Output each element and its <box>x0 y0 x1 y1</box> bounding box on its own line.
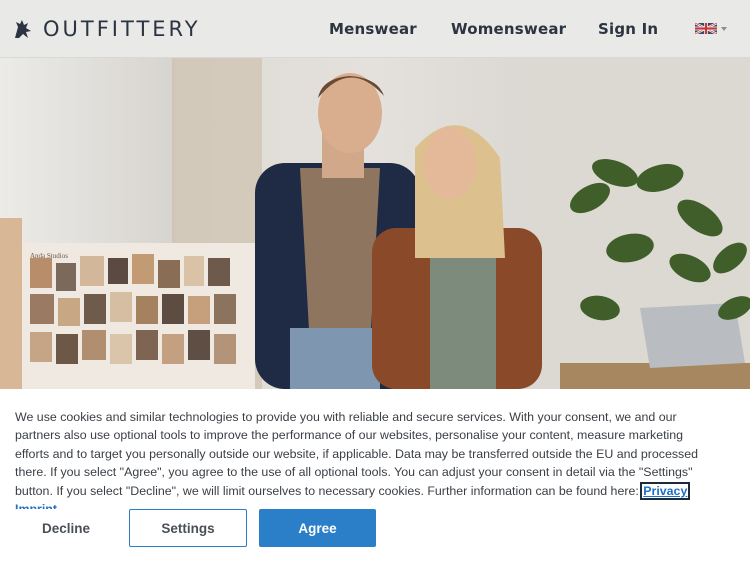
brand-mark-icon <box>15 20 31 38</box>
moodboard-label: Anda Studios <box>30 252 68 260</box>
brand-name: OUTFITTERY <box>43 17 201 41</box>
nav-womenswear[interactable]: Womenswear <box>451 20 566 38</box>
brand-logo[interactable]: OUTFITTERY <box>13 16 201 42</box>
decline-button[interactable]: Decline <box>15 509 117 547</box>
hero-image: Anda Studios <box>0 58 750 389</box>
cookie-banner: We use cookies and similar technologies … <box>0 389 750 563</box>
hero-couple-photo: Anda Studios <box>0 58 750 389</box>
cookie-text-body: We use cookies and similar technologies … <box>15 410 699 498</box>
nav-menswear[interactable]: Menswear <box>329 20 417 38</box>
uk-flag-icon <box>695 22 717 35</box>
site-header: OUTFITTERY Menswear Womenswear Sign In <box>0 0 750 58</box>
privacy-link[interactable]: Privacy <box>640 481 691 500</box>
agree-button[interactable]: Agree <box>259 509 376 547</box>
settings-button[interactable]: Settings <box>129 509 247 547</box>
chevron-down-icon <box>721 26 727 31</box>
nav-sign-in[interactable]: Sign In <box>598 20 658 38</box>
cookie-notice-text: We use cookies and similar technologies … <box>15 408 715 518</box>
language-selector[interactable] <box>695 21 727 36</box>
